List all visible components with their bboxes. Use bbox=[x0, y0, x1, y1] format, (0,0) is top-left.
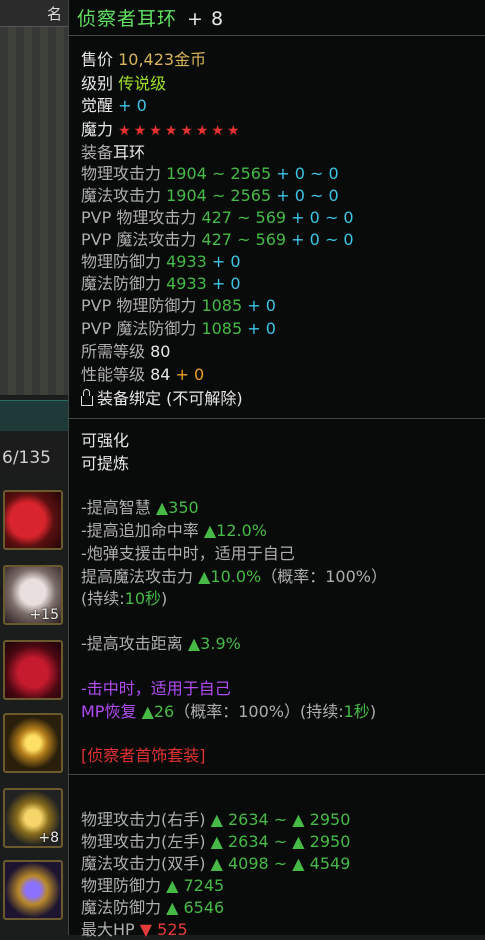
mp-recover-line: MP恢复 ▲26（概率：100%）(持续:1秒) bbox=[81, 702, 377, 721]
tooltip-title-bar: 侦察者耳环 + 8 bbox=[69, 0, 485, 36]
slot-enhance-level: +8 bbox=[38, 830, 59, 846]
option-line: (持续:10秒) bbox=[81, 589, 168, 608]
option-line: -炮弹支援击中时，适用于自己 bbox=[81, 544, 295, 563]
slot-enhance-level: +15 bbox=[29, 607, 59, 623]
stat-row: PVP 物理攻击力 427 ~ 569 + 0 ~ 0 bbox=[81, 208, 354, 227]
magic-stars: ★★★★★★★★ bbox=[118, 123, 243, 139]
item-name: 侦察者耳环 + 8 bbox=[77, 8, 225, 30]
option-line: 提高魔法攻击力 ▲10.0%（概率：100%） bbox=[81, 567, 387, 586]
bind-status-row: 装备绑定 (不可解除) bbox=[81, 389, 243, 409]
required-level-row: 所需等级 80 bbox=[81, 342, 171, 361]
lock-icon bbox=[81, 389, 93, 406]
item-info-section: 售价 10,423金币 级别 传说级 觉醒 + 0 魔力 ★★★★★★★★ 装备… bbox=[69, 36, 485, 419]
stat-row: 魔法攻击力 1904 ~ 2565 + 0 ~ 0 bbox=[81, 186, 339, 205]
background-wall bbox=[0, 0, 70, 395]
background-label: 名 bbox=[46, 5, 62, 23]
background-header: 名 bbox=[0, 0, 70, 27]
stat-row: PVP 魔法防御力 1085 + 0 bbox=[81, 319, 276, 338]
refinable-text: 可提炼 bbox=[81, 454, 130, 473]
inventory-count: 6/135 bbox=[0, 443, 70, 473]
max-hp-row: 最大HP ▼ 525 bbox=[81, 920, 188, 939]
enhanceable-text: 可强化 bbox=[81, 431, 130, 450]
equip-slot-gauntlet[interactable] bbox=[3, 490, 63, 550]
range-option-line: -提高攻击距离 ▲3.9% bbox=[81, 634, 241, 653]
set-name: [侦察者首饰套装] bbox=[81, 746, 206, 765]
set-bonus-row: 魔法攻击力(双手) ▲ 4098 ~ ▲ 4549 bbox=[81, 854, 351, 873]
item-tooltip: 侦察者耳环 + 8 售价 10,423金币 级别 传说级 觉醒 + 0 魔力 ★★… bbox=[68, 0, 485, 939]
hit-trigger-line: -击中时，适用于自己 bbox=[81, 679, 231, 698]
option-line: -提高智慧 ▲350 bbox=[81, 498, 199, 517]
stat-row: PVP 物理防御力 1085 + 0 bbox=[81, 296, 276, 315]
equip-slot-earring[interactable] bbox=[3, 860, 63, 920]
item-enhance-level: + 8 bbox=[187, 8, 225, 30]
performance-level-row: 性能等级 84 + 0 bbox=[81, 365, 205, 384]
equip-slot-boots[interactable] bbox=[3, 640, 63, 700]
set-bonus-section: 物理攻击力(右手) ▲ 2634 ~ ▲ 2950 物理攻击力(左手) ▲ 26… bbox=[69, 775, 485, 939]
background-bar bbox=[0, 400, 70, 431]
item-options-section: 可强化 可提炼 -提高智慧 ▲350 -提高追加命中率 ▲12.0% -炮弹支援… bbox=[69, 419, 485, 775]
awaken-row: 觉醒 + 0 bbox=[81, 96, 147, 115]
stat-row: PVP 魔法攻击力 427 ~ 569 + 0 ~ 0 bbox=[81, 230, 354, 249]
equip-slot-ring[interactable]: +8 bbox=[3, 788, 63, 848]
equip-type-row: 装备耳环 bbox=[81, 143, 146, 162]
option-line: -提高追加命中率 ▲12.0% bbox=[81, 521, 268, 540]
stat-row: 物理防御力 4933 + 0 bbox=[81, 252, 241, 271]
price-row: 售价 10,423金币 bbox=[81, 50, 207, 69]
grade-row: 级别 传说级 bbox=[81, 74, 167, 93]
set-bonus-row: 物理攻击力(左手) ▲ 2634 ~ ▲ 2950 bbox=[81, 832, 351, 851]
magic-row: 魔力 ★★★★★★★★ bbox=[81, 120, 243, 139]
set-bonus-row: 物理防御力 ▲ 7245 bbox=[81, 876, 225, 895]
set-bonus-row: 物理攻击力(右手) ▲ 2634 ~ ▲ 2950 bbox=[81, 810, 351, 829]
stat-row: 物理攻击力 1904 ~ 2565 + 0 ~ 0 bbox=[81, 164, 339, 183]
set-bonus-row: 魔法防御力 ▲ 6546 bbox=[81, 898, 225, 917]
stat-row: 魔法防御力 4933 + 0 bbox=[81, 274, 241, 293]
equip-slot-pants[interactable]: +15 bbox=[3, 565, 63, 625]
equip-slot-necklace[interactable] bbox=[3, 713, 63, 773]
